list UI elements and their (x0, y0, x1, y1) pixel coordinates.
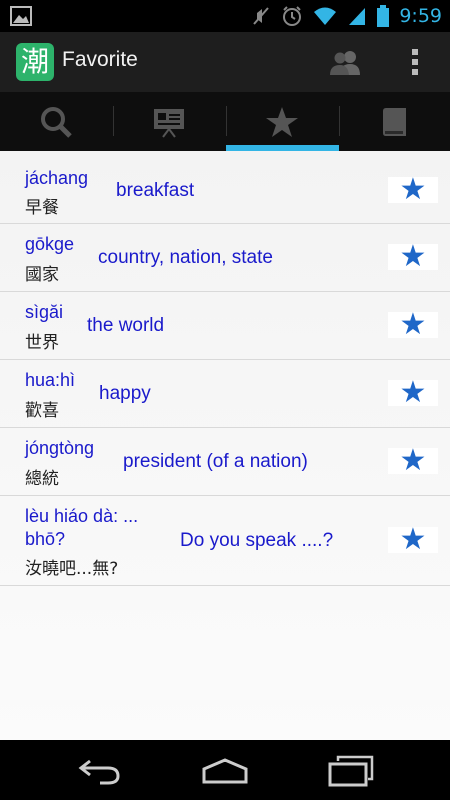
alarm-icon (283, 6, 302, 26)
favorite-toggle-button[interactable]: ★ (388, 443, 438, 478)
image-icon (10, 6, 32, 26)
wifi-icon (314, 7, 337, 25)
list-item[interactable]: sìgăi 世界 the world ★ (0, 292, 450, 360)
meaning: country, nation, state (98, 247, 273, 268)
favorite-toggle-button[interactable]: ★ (388, 375, 438, 410)
tab-bar (0, 92, 450, 151)
action-bar: 潮 Favorite (0, 32, 450, 93)
tab-presentation[interactable] (113, 92, 225, 151)
star-icon: ★ (399, 522, 427, 557)
meaning: breakfast (116, 180, 195, 201)
star-icon: ★ (399, 375, 427, 410)
app-logo[interactable]: 潮 (16, 43, 54, 81)
pinyin: jáchang (25, 168, 89, 188)
pinyin: hua:hì (25, 370, 76, 390)
presentation-icon (154, 108, 184, 138)
favorite-toggle-button[interactable]: ★ (388, 307, 438, 342)
list-item[interactable]: gōkge 國家 country, nation, state ★ (0, 224, 450, 292)
page-title: Favorite (62, 48, 138, 71)
home-icon[interactable] (201, 758, 249, 784)
star-icon: ★ (399, 443, 427, 478)
hanzi: 國家 (25, 265, 59, 285)
pinyin: jóngtòng (25, 438, 95, 458)
hanzi: 汝曉吧...無? (25, 559, 119, 579)
list-item[interactable]: lèu hiáo dà: ... bhō? 汝曉吧...無? Do you sp… (0, 496, 450, 586)
overflow-menu-icon[interactable] (404, 46, 426, 78)
tab-dictionary[interactable] (339, 92, 450, 151)
navigation-bar (0, 740, 450, 800)
tab-favorites[interactable] (226, 92, 338, 151)
book-icon (383, 107, 406, 136)
battery-icon (377, 5, 390, 27)
star-icon (266, 106, 298, 137)
back-icon[interactable] (78, 757, 122, 785)
list-item[interactable]: jáchang 早餐 breakfast ★ (0, 151, 450, 224)
pinyin: gōkge (25, 234, 75, 254)
clock: 9:59 (399, 5, 442, 27)
star-icon: ★ (399, 172, 427, 207)
list-item[interactable]: jóngtòng 總統 president (of a nation) ★ (0, 428, 450, 496)
hanzi: 總統 (25, 469, 59, 489)
hanzi: 歡喜 (25, 401, 59, 421)
favorites-list: jáchang 早餐 breakfast ★ gōkge 國家 country,… (0, 151, 450, 740)
mute-icon (253, 7, 270, 25)
search-icon (41, 106, 72, 138)
signal-icon (349, 8, 366, 25)
favorite-toggle-button[interactable]: ★ (388, 522, 438, 557)
star-icon: ★ (399, 307, 427, 342)
pinyin-continued: bhō? (25, 529, 66, 549)
hanzi: 世界 (25, 333, 59, 353)
pinyin: lèu hiáo dà: ... (25, 506, 139, 526)
meaning: president (of a nation) (123, 451, 308, 472)
meaning: the world (87, 315, 165, 336)
tab-search[interactable] (0, 92, 112, 151)
meaning: happy (99, 383, 151, 404)
recent-apps-icon[interactable] (328, 755, 374, 787)
list-item[interactable]: hua:hì 歡喜 happy ★ (0, 360, 450, 428)
hanzi: 早餐 (25, 198, 59, 218)
favorite-toggle-button[interactable]: ★ (388, 239, 438, 274)
status-bar: 9:59 (0, 0, 450, 32)
pinyin: sìgăi (25, 302, 64, 322)
meaning: Do you speak ....? (180, 530, 334, 551)
star-icon: ★ (399, 239, 427, 274)
favorite-toggle-button[interactable]: ★ (388, 172, 438, 207)
people-icon[interactable] (328, 48, 362, 76)
